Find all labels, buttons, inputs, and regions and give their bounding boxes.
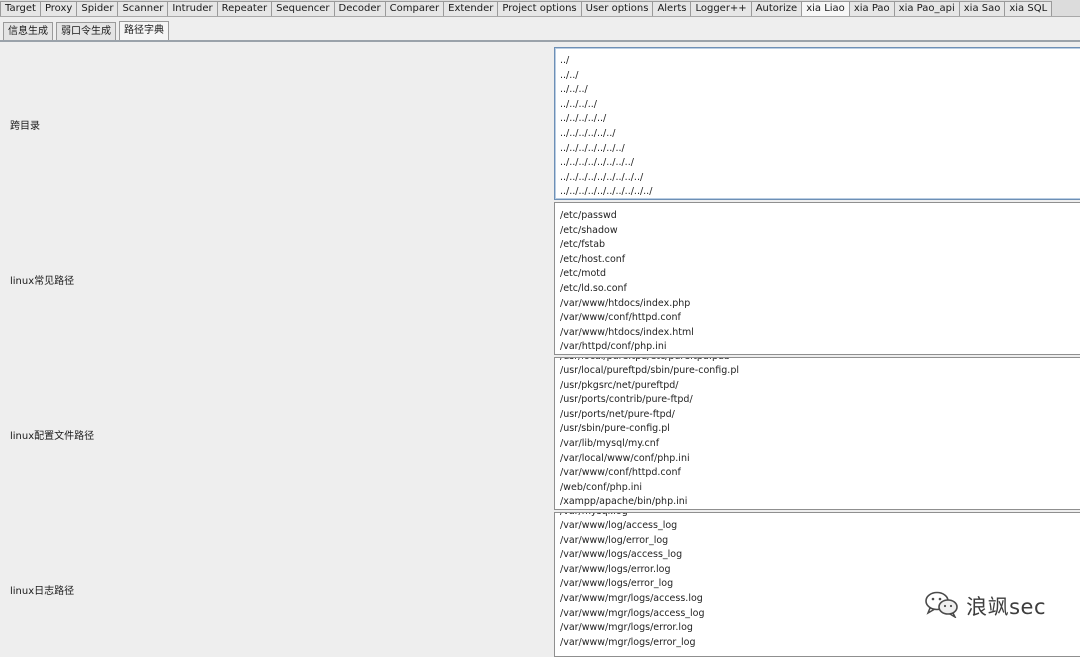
- textarea-linux-common-paths[interactable]: /etc/passwd/etc/shadow/etc/fstab/etc/hos…: [554, 202, 1080, 355]
- list-item: ../../../../../: [560, 113, 607, 125]
- row-linux-log-paths: linux日志路径 /var/mysql.log/var/www/log/acc…: [0, 510, 1080, 657]
- list-item: /var/www/conf/httpd.conf: [560, 467, 681, 479]
- textarea-linux-config-paths[interactable]: /usr/local/pureftpd/etc/pureftpd.pdb/usr…: [554, 357, 1080, 510]
- row-label-linux-log-paths: linux日志路径: [10, 586, 75, 597]
- subtab-weak-password-generation[interactable]: 弱口令生成: [56, 22, 116, 40]
- list-item: /var/www/mgr/logs/error.log: [560, 622, 693, 634]
- tab-xia-sao[interactable]: xia Sao: [958, 1, 1006, 16]
- list-item: /var/www/htdocs/index.html: [560, 326, 694, 338]
- watermark: 浪飒sec: [924, 590, 1046, 621]
- main-tab-bar: Target Proxy Spider Scanner Intruder Repeater…: [0, 0, 1080, 17]
- list-item: /var/lib/mysql/my.cnf: [560, 437, 660, 449]
- tab-sequencer[interactable]: Sequencer: [271, 1, 335, 16]
- tab-user-options[interactable]: User options: [580, 1, 654, 16]
- list-item: /usr/pkgsrc/net/pureftpd/: [560, 379, 679, 391]
- list-item: /var/www/htdocs/index.php: [560, 297, 691, 309]
- row-label-traversal: 跨目录: [10, 121, 40, 132]
- tab-xia-sql[interactable]: xia SQL: [1004, 1, 1053, 16]
- list-item: /etc/shadow: [560, 224, 618, 236]
- list-item: /etc/passwd: [560, 210, 617, 221]
- tab-spider[interactable]: Spider: [76, 1, 119, 16]
- list-item: /etc/motd: [560, 268, 607, 280]
- list-item: ../../../../../../../../: [560, 157, 634, 169]
- tab-target[interactable]: Target: [0, 1, 41, 16]
- tab-scanner[interactable]: Scanner: [117, 1, 169, 16]
- list-item: /etc/ld.so.conf: [560, 282, 627, 294]
- list-item: /etc/fstab: [560, 239, 606, 251]
- wechat-icon: [924, 590, 960, 621]
- row-label-linux-config-paths: linux配置文件路径: [10, 431, 95, 442]
- list-item: /usr/sbin/pure-config.pl: [560, 423, 670, 435]
- tab-extender[interactable]: Extender: [443, 1, 499, 16]
- list-item: /var/local/www/conf/php.ini: [560, 452, 690, 464]
- list-item: ../../../: [560, 84, 588, 96]
- tab-comparer[interactable]: Comparer: [384, 1, 445, 16]
- list-item: /var/www/log/access_log: [560, 520, 678, 531]
- list-item: /etc/host.conf: [560, 253, 626, 265]
- list-item: ../../: [560, 69, 579, 81]
- list-item: ../../../../../../: [560, 127, 616, 139]
- tab-decoder[interactable]: Decoder: [333, 1, 386, 16]
- list-item: /var/www/mgr/logs/error_log: [560, 636, 696, 648]
- list-item: ../../../../../../../../../../: [560, 186, 653, 198]
- row-traversal: 跨目录 ../../../../../../../../../../../../…: [0, 45, 1080, 200]
- tab-alerts[interactable]: Alerts: [652, 1, 692, 16]
- list-item: /var/www/conf/httpd.conf: [560, 312, 681, 324]
- row-linux-common-paths: linux常见路径 /etc/passwd/etc/shadow/etc/fst…: [0, 200, 1080, 355]
- tab-xia-pao-api[interactable]: xia Pao_api: [893, 1, 960, 16]
- list-item: /web/conf/php.ini: [560, 481, 643, 493]
- row-label-linux-common-paths: linux常见路径: [10, 276, 75, 287]
- tab-project-options[interactable]: Project options: [497, 1, 582, 16]
- tab-autorize[interactable]: Autorize: [750, 1, 803, 16]
- sub-tab-bar: 信息生成 弱口令生成 路径字典: [0, 20, 1080, 42]
- list-item: ../../../../../../../: [560, 142, 625, 154]
- list-item: /xampp/apache/bin/php.ini: [560, 496, 688, 508]
- list-item: ../: [560, 55, 570, 66]
- list-item: /var/httpd/conf/php.ini: [560, 341, 667, 353]
- list-item: /usr/ports/net/pure-ftpd/: [560, 408, 675, 420]
- list-item: /usr/local/pureftpd/sbin/pure-config.pl: [560, 365, 739, 376]
- tab-intruder[interactable]: Intruder: [167, 1, 218, 16]
- watermark-text: 浪飒sec: [966, 594, 1046, 619]
- tab-proxy[interactable]: Proxy: [39, 1, 78, 16]
- tab-repeater[interactable]: Repeater: [216, 1, 273, 16]
- list-item: /usr/ports/contrib/pure-ftpd/: [560, 394, 693, 406]
- list-item: ../../../../: [560, 98, 597, 110]
- list-item: ../../../../../../../../../: [560, 171, 644, 183]
- tab-xia-liao[interactable]: xia Liao: [801, 1, 850, 16]
- textarea-traversal[interactable]: ../../../../../../../../../../../../../.…: [554, 47, 1080, 200]
- tab-xia-pao[interactable]: xia Pao: [848, 1, 895, 16]
- subtab-path-dictionary[interactable]: 路径字典: [119, 21, 169, 40]
- subtab-info-generation[interactable]: 信息生成: [3, 22, 53, 40]
- list-item: /var/www/log/error_log: [560, 534, 669, 546]
- row-linux-config-paths: linux配置文件路径 /usr/local/pureftpd/etc/pure…: [0, 355, 1080, 510]
- list-item: /var/www/logs/access_log: [560, 549, 683, 561]
- textarea-linux-log-paths[interactable]: /var/mysql.log/var/www/log/access_log/va…: [554, 512, 1080, 657]
- list-item: /var/www/logs/error.log: [560, 563, 671, 575]
- tab-logger-[interactable]: Logger++: [690, 1, 752, 16]
